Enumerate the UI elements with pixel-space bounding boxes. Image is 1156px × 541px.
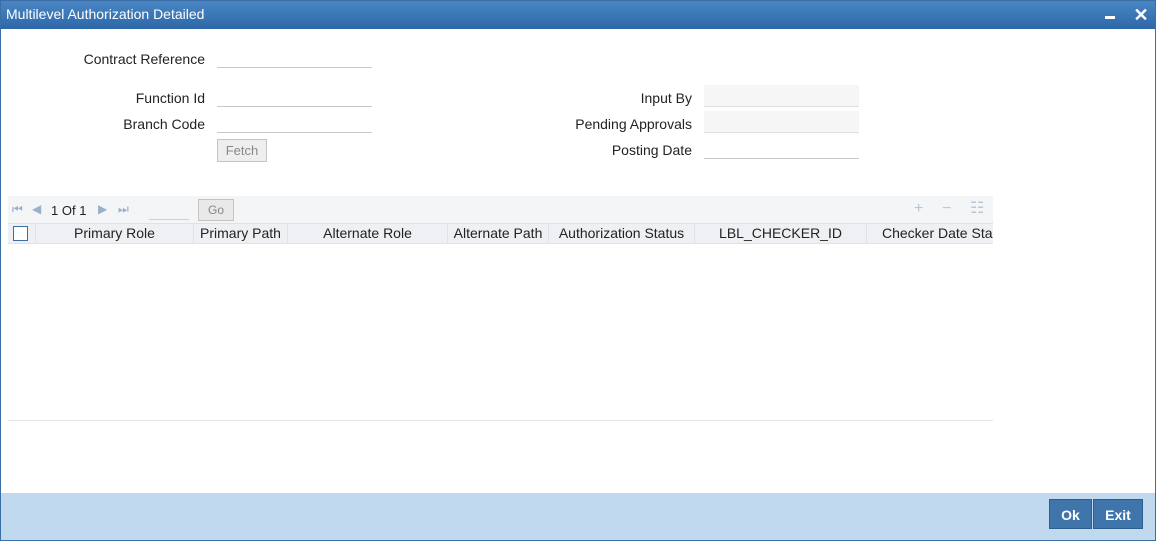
close-icon[interactable]: ✕: [1131, 5, 1151, 25]
window-title: Multilevel Authorization Detailed: [6, 6, 205, 22]
column-header-primary-path[interactable]: Primary Path: [194, 224, 288, 243]
authorization-grid: ⏮ ◀ 1 Of 1 ▶ ⏭ Go + − ☷ Primary Role Pri…: [8, 196, 993, 421]
posting-date-input[interactable]: [704, 137, 859, 159]
branch-code-label: Branch Code: [123, 116, 205, 132]
multilevel-authorization-window: Multilevel Authorization Detailed ✕ Cont…: [0, 0, 1156, 541]
grid-toolbar: ⏮ ◀ 1 Of 1 ▶ ⏭ Go + − ☷: [8, 196, 993, 223]
pending-approvals-field: [704, 111, 859, 133]
next-page-icon[interactable]: ▶: [98, 203, 107, 215]
column-header-alternate-path[interactable]: Alternate Path: [448, 224, 549, 243]
last-page-icon[interactable]: ⏭: [118, 203, 129, 215]
title-bar[interactable]: Multilevel Authorization Detailed ✕: [1, 1, 1155, 29]
go-button[interactable]: Go: [198, 199, 234, 221]
branch-code-input[interactable]: [217, 111, 372, 133]
exit-button[interactable]: Exit: [1093, 499, 1143, 529]
select-all-checkbox[interactable]: [13, 226, 28, 241]
page-number-input[interactable]: [149, 200, 189, 220]
previous-page-icon[interactable]: ◀: [32, 203, 41, 215]
pending-approvals-label: Pending Approvals: [575, 116, 692, 132]
delete-row-icon[interactable]: −: [942, 201, 951, 217]
function-id-input[interactable]: [217, 85, 372, 107]
posting-date-label: Posting Date: [611, 142, 692, 158]
minimize-icon[interactable]: [1100, 5, 1120, 25]
input-by-field: [704, 85, 859, 107]
function-id-label: Function Id: [135, 90, 205, 106]
single-view-icon[interactable]: ☷: [970, 201, 984, 217]
column-header-alternate-role[interactable]: Alternate Role: [288, 224, 448, 243]
grid-header-row: Primary Role Primary Path Alternate Role…: [8, 223, 993, 244]
column-header-authorization-status[interactable]: Authorization Status: [549, 224, 695, 243]
first-page-icon[interactable]: ⏮: [12, 203, 23, 215]
column-header-checker-date-stamp[interactable]: Checker Date Stan: [867, 224, 993, 243]
fetch-button[interactable]: Fetch: [217, 139, 267, 162]
contract-reference-input[interactable]: [217, 46, 372, 68]
add-row-icon[interactable]: +: [914, 201, 923, 217]
column-header-primary-role[interactable]: Primary Role: [36, 224, 194, 243]
input-by-label: Input By: [640, 90, 692, 106]
page-indicator: 1 Of 1: [51, 203, 87, 218]
column-header-checker-id[interactable]: LBL_CHECKER_ID: [695, 224, 867, 243]
contract-reference-label: Contract Reference: [83, 51, 205, 67]
ok-button[interactable]: Ok: [1049, 499, 1092, 529]
footer-bar: Ok Exit: [1, 493, 1155, 540]
